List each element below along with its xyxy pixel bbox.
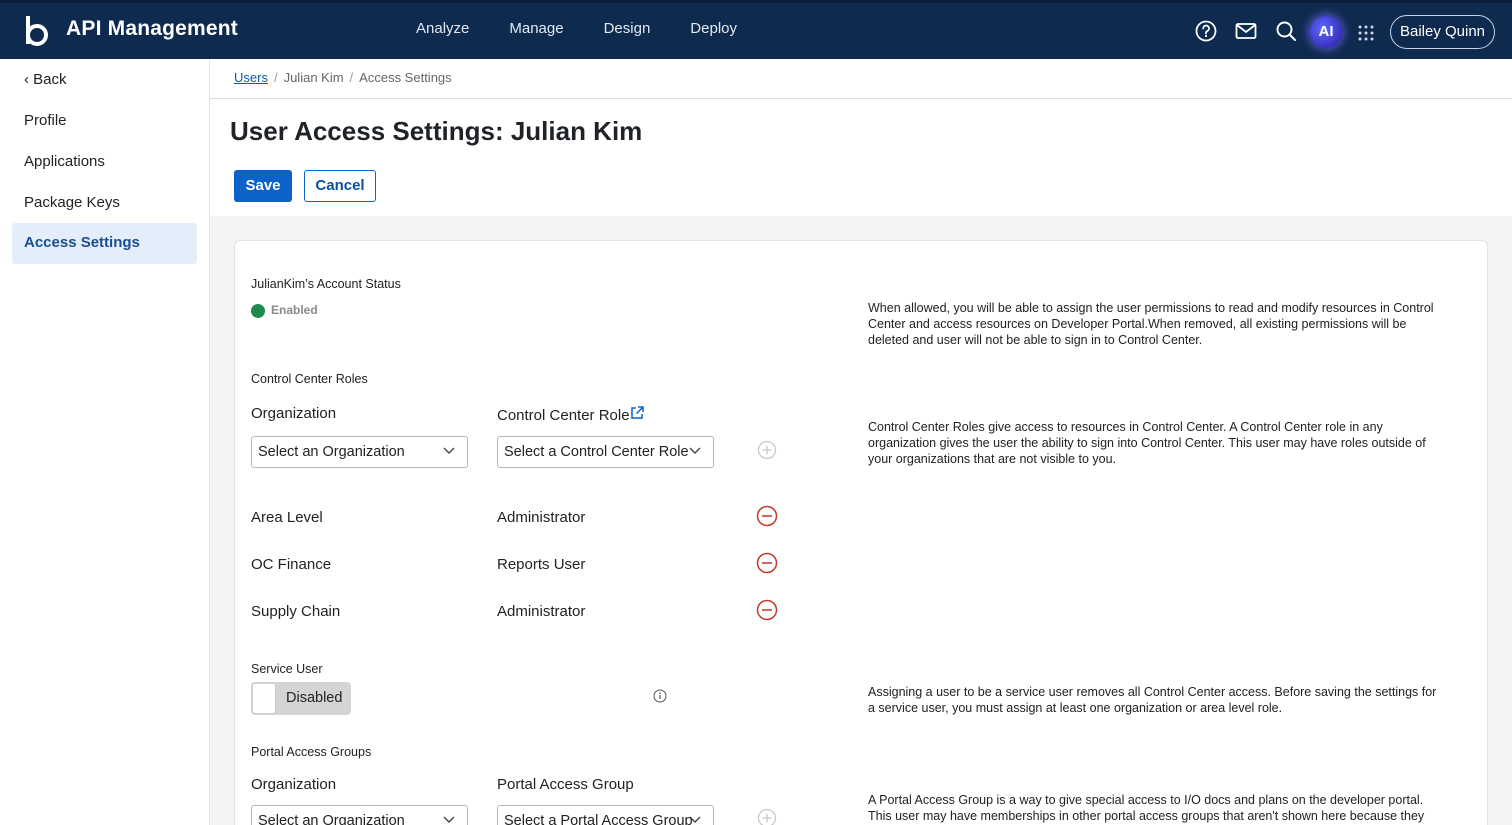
sidebar-item-applications[interactable]: Applications xyxy=(24,153,105,170)
info-icon[interactable] xyxy=(653,689,667,703)
organization-header: Organization xyxy=(251,405,337,422)
top-bar: API Management Analyze Manage Design Dep… xyxy=(0,0,1512,59)
ai-assistant-button[interactable]: AI xyxy=(1310,16,1342,48)
breadcrumb-current: Access Settings xyxy=(359,70,452,85)
role-row-org: Area Level xyxy=(251,509,323,526)
nav-analyze[interactable]: Analyze xyxy=(416,20,469,37)
role-row-role: Reports User xyxy=(497,556,586,573)
portal-organization-header: Organization xyxy=(251,776,337,793)
brand-logo-icon[interactable] xyxy=(24,14,50,48)
add-role-icon[interactable] xyxy=(757,440,777,460)
chevron-down-icon xyxy=(689,816,701,823)
toggle-label: Disabled xyxy=(286,690,343,706)
back-link[interactable]: ‹ Back xyxy=(24,71,67,88)
save-button[interactable]: Save xyxy=(234,170,292,202)
organization-select-value: Select an Organization xyxy=(258,444,405,460)
portal-access-groups-description: A Portal Access Group is a way to give s… xyxy=(868,793,1425,823)
user-menu-button[interactable]: Bailey Quinn xyxy=(1390,15,1495,49)
status-text: Enabled xyxy=(271,303,318,317)
service-user-description: Assigning a user to be a service user re… xyxy=(868,685,1437,715)
account-status-description: When allowed, you will be able to assign… xyxy=(868,301,1434,347)
nav-manage[interactable]: Manage xyxy=(509,20,563,37)
page-title: User Access Settings: Julian Kim xyxy=(230,116,643,146)
sidebar-item-access-settings[interactable]: Access Settings xyxy=(12,223,197,264)
mail-icon[interactable] xyxy=(1234,19,1258,43)
portal-access-group-select[interactable]: Select a Portal Access Group xyxy=(497,805,714,825)
external-link-icon[interactable] xyxy=(630,406,644,420)
search-icon[interactable] xyxy=(1274,19,1298,43)
breadcrumb-user: Julian Kim xyxy=(283,70,344,85)
control-center-roles-label: Control Center Roles xyxy=(251,372,368,386)
breadcrumb-users-link[interactable]: Users xyxy=(234,70,268,85)
role-row-role: Administrator xyxy=(497,603,586,620)
portal-organization-select[interactable]: Select an Organization xyxy=(251,805,468,825)
breadcrumb-divider xyxy=(210,98,1512,99)
toggle-knob xyxy=(252,683,276,714)
control-center-role-header: Control Center Role xyxy=(497,407,630,424)
app-title[interactable]: API Management xyxy=(66,17,238,41)
service-user-toggle[interactable]: Disabled xyxy=(251,682,351,715)
portal-access-group-header: Portal Access Group xyxy=(497,776,634,793)
sidebar: ‹ Back Profile Applications Package Keys… xyxy=(0,59,210,825)
organization-select[interactable]: Select an Organization xyxy=(251,436,468,468)
role-row-org: Supply Chain xyxy=(251,603,341,620)
add-portal-group-icon[interactable] xyxy=(757,808,777,825)
control-center-role-select[interactable]: Select a Control Center Role xyxy=(497,436,714,468)
sidebar-item-label: Access Settings xyxy=(24,234,140,251)
breadcrumb: Users / Julian Kim / Access Settings xyxy=(234,70,452,85)
portal-access-groups-label: Portal Access Groups xyxy=(251,745,372,759)
role-row-role: Administrator xyxy=(497,509,586,526)
remove-role-icon[interactable] xyxy=(756,552,778,574)
sidebar-item-profile[interactable]: Profile xyxy=(24,112,67,129)
chevron-down-icon xyxy=(689,447,701,454)
account-status-label: JulianKim’s Account Status xyxy=(251,277,401,291)
help-icon[interactable] xyxy=(1194,19,1218,43)
chevron-down-icon xyxy=(443,447,455,454)
control-center-roles-description: Control Center Roles give access to reso… xyxy=(868,420,1426,466)
chevron-down-icon xyxy=(443,816,455,823)
portal-access-group-select-value: Select a Portal Access Group xyxy=(504,813,693,825)
sidebar-item-package-keys[interactable]: Package Keys xyxy=(24,194,120,211)
portal-organization-select-value: Select an Organization xyxy=(258,813,405,825)
remove-role-icon[interactable] xyxy=(756,599,778,621)
cancel-button[interactable]: Cancel xyxy=(304,170,376,202)
apps-grid-icon[interactable] xyxy=(1357,24,1375,42)
role-row-org: OC Finance xyxy=(251,556,332,573)
remove-role-icon[interactable] xyxy=(756,505,778,527)
control-center-role-select-value: Select a Control Center Role xyxy=(504,444,689,460)
status-indicator-icon xyxy=(251,304,265,318)
nav-design[interactable]: Design xyxy=(604,20,651,37)
service-user-label: Service User xyxy=(251,662,323,676)
top-nav: Analyze Manage Design Deploy xyxy=(416,20,777,37)
nav-deploy[interactable]: Deploy xyxy=(690,20,737,37)
